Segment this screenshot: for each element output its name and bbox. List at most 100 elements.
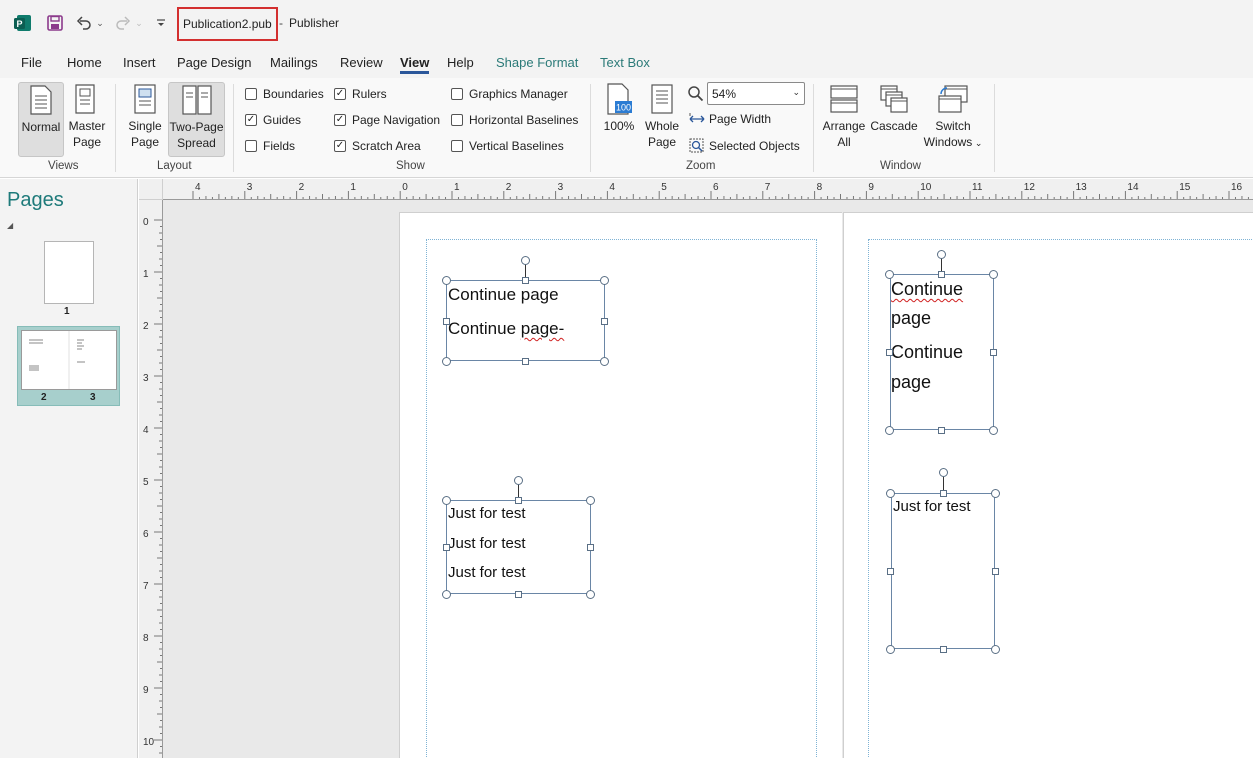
ruler-label: 1 [454,182,460,193]
two-page-spread-button[interactable]: Two-Page Spread [168,82,225,157]
resize-handle[interactable] [442,357,451,366]
normal-view-button[interactable]: Normal [18,82,64,157]
resize-handle[interactable] [522,358,529,365]
zoom-100-button[interactable]: 100 100% [600,82,638,134]
resize-handle[interactable] [886,489,895,498]
customize-toolbar-icon[interactable] [154,12,168,34]
tab-text-box[interactable]: Text Box [600,55,650,70]
resize-handle[interactable] [992,568,999,575]
fields-checkbox[interactable]: Fields [245,138,295,154]
tab-file[interactable]: File [21,55,42,70]
scratch-area-checkbox[interactable]: ✓ Scratch Area [334,138,421,154]
resize-handle[interactable] [522,277,529,284]
resize-handle[interactable] [586,590,595,599]
text-box-3-line-2[interactable]: page [891,308,931,329]
arrange-all-button[interactable]: Arrange All [821,82,867,150]
resize-handle[interactable] [443,544,450,551]
tab-help[interactable]: Help [447,55,474,70]
resize-handle[interactable] [990,349,997,356]
tab-home[interactable]: Home [67,55,102,70]
ruler-label: 1 [350,182,356,193]
resize-handle[interactable] [442,496,451,505]
text-box-3-line-3[interactable]: Continue [891,342,963,363]
resize-handle[interactable] [940,490,947,497]
resize-handle[interactable] [887,568,894,575]
cascade-button[interactable]: Cascade [869,82,919,134]
rotate-handle[interactable] [939,468,948,477]
text-box-1-line-2[interactable]: Continue page- [448,319,564,339]
horizontal-ruler-scale: 4 3 2 1 0 1 2 3 4 5 6 7 8 9 10 11 12 13 14 15 16 [192,182,1249,199]
publication-workspace[interactable]: Continue page Continue page- Just for te… [163,200,1253,758]
single-page-button[interactable]: Single Page [124,82,166,150]
resize-handle[interactable] [601,318,608,325]
resize-handle[interactable] [991,645,1000,654]
horizontal-ruler[interactable]: 4 3 2 1 0 1 2 3 4 5 6 7 8 9 10 11 12 13 14 15 16 [163,179,1253,200]
rotate-handle[interactable] [514,476,523,485]
tab-review[interactable]: Review [340,55,383,70]
resize-handle[interactable] [885,270,894,279]
resize-handle[interactable] [600,357,609,366]
master-page-button[interactable]: Master Page [66,82,108,150]
selected-objects-button[interactable]: Selected Objects [689,138,800,153]
whole-page-button[interactable]: Whole Page [642,82,682,150]
zoom-magnifier-icon [687,85,705,103]
rotate-handle[interactable] [521,256,530,265]
text-box-2-line-2[interactable]: Just for test [448,535,526,552]
resize-handle[interactable] [515,497,522,504]
text-box-3-line-4[interactable]: page [891,372,931,393]
graphics-manager-checkbox[interactable]: Graphics Manager [451,86,568,102]
resize-handle[interactable] [989,426,998,435]
guides-checkbox[interactable]: ✓ Guides [245,112,301,128]
tab-insert[interactable]: Insert [123,55,156,70]
tab-mailings[interactable]: Mailings [270,55,318,70]
boundaries-checkbox[interactable]: Boundaries [245,86,324,102]
collapse-triangle-icon[interactable]: ◢ [7,221,13,230]
switch-windows-button[interactable]: Switch Windows ⌄ [921,82,985,151]
text-box-4-line-1[interactable]: Just for test [893,498,971,515]
horizontal-baselines-label: Horizontal Baselines [469,113,579,127]
vertical-ruler[interactable]: 0 1 2 3 4 5 6 7 8 9 10 [139,200,163,758]
undo-dropdown-chevron-icon[interactable]: ⌄ [95,12,105,34]
resize-handle[interactable] [991,489,1000,498]
page-thumbnail-spread-2-3[interactable]: 2 3 [17,326,120,406]
undo-icon[interactable] [74,12,94,34]
resize-handle[interactable] [989,270,998,279]
resize-handle[interactable] [586,496,595,505]
page-navigation-checkbox[interactable]: ✓ Page Navigation [334,112,440,128]
resize-handle[interactable] [600,276,609,285]
active-tab-indicator [400,71,429,74]
text-box-4[interactable] [891,493,995,649]
redo-dropdown-chevron-icon[interactable]: ⌄ [134,12,144,34]
text-box-3-line-1[interactable]: Continue [891,279,963,300]
zoom-level-select[interactable]: 54% ⌄ [707,82,805,105]
resize-handle[interactable] [442,276,451,285]
resize-handle[interactable] [938,271,945,278]
vertical-baselines-checkbox[interactable]: Vertical Baselines [451,138,564,154]
text-box-2-line-1[interactable]: Just for test [448,505,526,522]
resize-handle[interactable] [442,590,451,599]
save-icon[interactable] [45,12,65,34]
resize-handle[interactable] [886,349,893,356]
resize-handle[interactable] [515,591,522,598]
resize-handle[interactable] [885,426,894,435]
document-title[interactable]: Publication2.pub [177,7,278,41]
horizontal-baselines-checkbox[interactable]: Horizontal Baselines [451,112,578,128]
resize-handle[interactable] [940,646,947,653]
page-width-button[interactable]: Page Width [689,112,771,126]
ribbon: Normal Master Page Views Single Page Two… [0,78,1253,178]
rotate-handle[interactable] [937,250,946,259]
tab-view[interactable]: View [400,55,429,70]
page-thumbnail-1[interactable] [44,241,94,304]
resize-handle[interactable] [443,318,450,325]
tab-shape-format[interactable]: Shape Format [496,55,578,70]
rulers-checkbox[interactable]: ✓ Rulers [334,86,387,102]
resize-handle[interactable] [938,427,945,434]
resize-handle[interactable] [587,544,594,551]
tab-page-design[interactable]: Page Design [177,55,251,70]
resize-handle[interactable] [886,645,895,654]
rulers-check-box: ✓ [334,88,346,100]
ruler-label: 5 [661,182,667,193]
text-box-2-line-3[interactable]: Just for test [448,564,526,581]
redo-icon[interactable] [113,12,133,34]
text-box-1-line-1[interactable]: Continue page [448,285,559,305]
